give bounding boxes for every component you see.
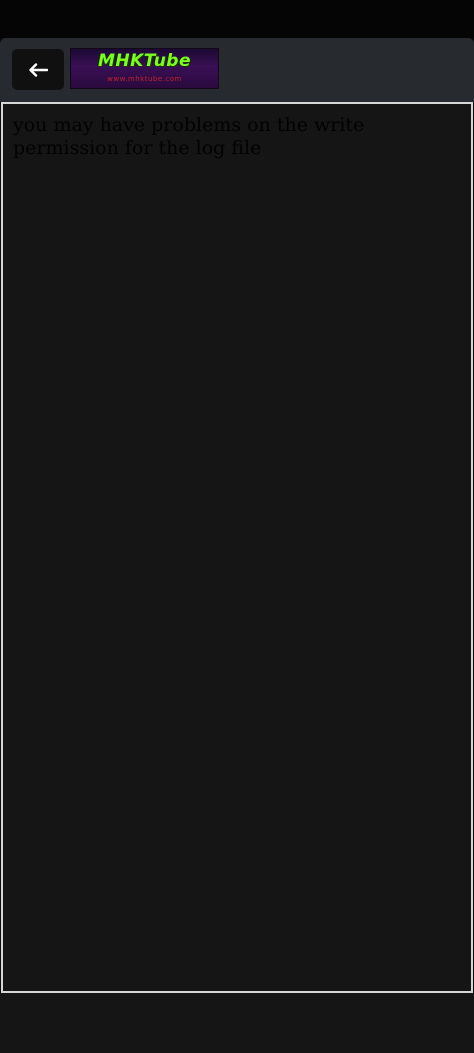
site-logo[interactable]: MHKTube www.mhktube.com — [70, 48, 219, 89]
logo-title: MHKTube — [97, 51, 192, 71]
web-content-frame: you may have problems on the write permi… — [1, 102, 473, 993]
back-button[interactable] — [12, 49, 64, 90]
status-bar — [0, 0, 474, 38]
logo-subtitle: www.mhktube.com — [107, 75, 182, 83]
arrow-left-icon — [29, 62, 48, 77]
app-bar: MHKTube www.mhktube.com — [0, 38, 474, 102]
error-message: you may have problems on the write permi… — [13, 114, 365, 159]
bottom-area — [0, 993, 474, 1053]
